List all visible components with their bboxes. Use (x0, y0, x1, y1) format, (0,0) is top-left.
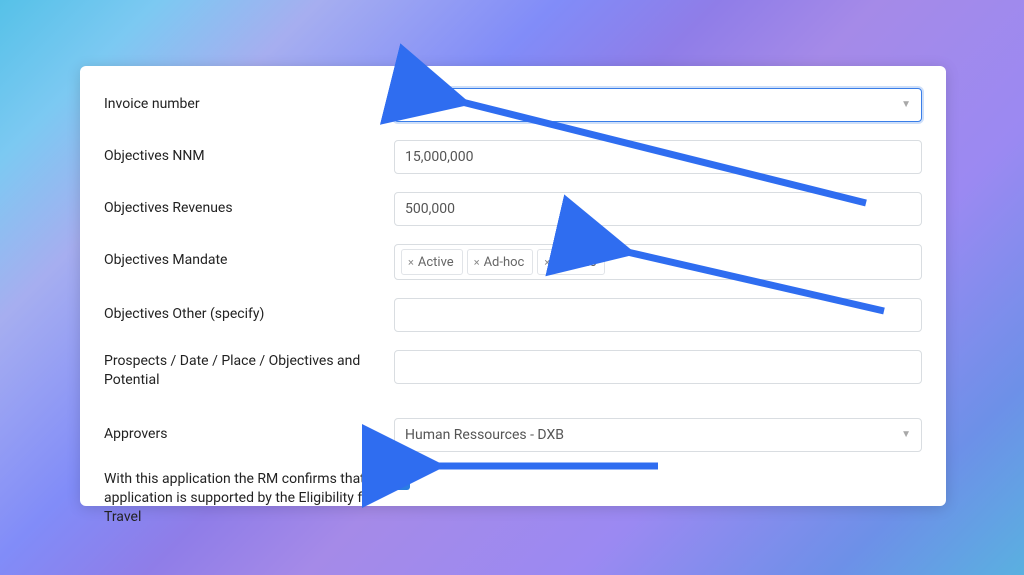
label-invoice-number: Invoice number (104, 88, 394, 122)
label-objectives-nnm: Objectives NNM (104, 140, 394, 174)
label-approvers: Approvers (104, 418, 394, 452)
tag-classic[interactable]: ×Classic (537, 249, 605, 275)
row-approvers: Approvers Human Ressources - DXB ▼ (104, 418, 922, 452)
invoice-number-value: 1121 (405, 89, 436, 121)
row-objectives-other: Objectives Other (specify) (104, 298, 922, 332)
objectives-mandate-multiselect[interactable]: ×Active ×Ad-hoc ×Classic (394, 244, 922, 280)
row-objectives-nnm: Objectives NNM 15,000,000 (104, 140, 922, 174)
objectives-revenues-input[interactable]: 500,000 (394, 192, 922, 226)
close-icon[interactable]: × (474, 256, 480, 269)
close-icon[interactable]: × (544, 256, 550, 269)
objectives-nnm-value: 15,000,000 (405, 141, 473, 173)
objectives-other-input[interactable] (394, 298, 922, 332)
label-objectives-revenues: Objectives Revenues (104, 192, 394, 226)
row-invoice-number: Invoice number 1121 ▼ (104, 88, 922, 122)
form-card: Invoice number 1121 ▼ Objectives NNM 15,… (80, 66, 946, 506)
invoice-number-select[interactable]: 1121 ▼ (394, 88, 922, 122)
row-prospects: Prospects / Date / Place / Objectives an… (104, 350, 922, 390)
row-objectives-revenues: Objectives Revenues 500,000 (104, 192, 922, 226)
row-confirm: With this application the RM confirms th… (104, 470, 922, 527)
prospects-input[interactable] (394, 350, 922, 384)
close-icon[interactable]: × (408, 256, 414, 269)
tag-adhoc[interactable]: ×Ad-hoc (467, 249, 534, 275)
objectives-nnm-input[interactable]: 15,000,000 (394, 140, 922, 174)
label-confirm: With this application the RM confirms th… (104, 470, 394, 527)
chevron-down-icon: ▼ (901, 419, 911, 451)
label-prospects: Prospects / Date / Place / Objectives an… (104, 350, 394, 390)
confirm-checkbox[interactable] (394, 474, 410, 490)
label-objectives-other: Objectives Other (specify) (104, 298, 394, 332)
objectives-revenues-value: 500,000 (405, 193, 455, 225)
approvers-select[interactable]: Human Ressources - DXB ▼ (394, 418, 922, 452)
tag-active[interactable]: ×Active (401, 249, 463, 275)
row-objectives-mandate: Objectives Mandate ×Active ×Ad-hoc ×Clas… (104, 244, 922, 280)
approvers-value: Human Ressources - DXB (405, 419, 564, 451)
chevron-down-icon: ▼ (901, 89, 911, 121)
check-icon (396, 476, 408, 488)
label-objectives-mandate: Objectives Mandate (104, 244, 394, 280)
